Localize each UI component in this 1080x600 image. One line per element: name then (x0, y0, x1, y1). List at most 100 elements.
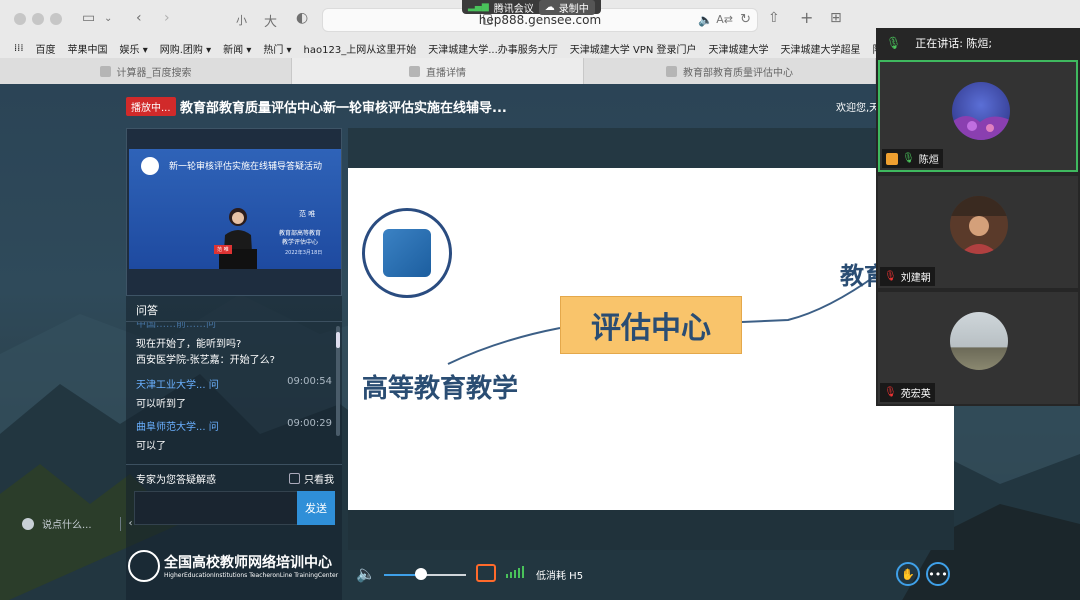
tab-label: 计算器_百度搜索 (116, 67, 192, 79)
tab-search[interactable]: 计算器_百度搜索 (0, 58, 292, 84)
recording-indicator[interactable]: ☁ 录制中 (538, 0, 595, 15)
message-time: 09:00:54 (287, 376, 332, 387)
message-time: 09:00:29 (287, 418, 332, 429)
tab-bar: 计算器_百度搜索 直播详情 教育部教育质量评估中心 (0, 58, 876, 84)
bookmark-item[interactable]: 苹果中国 (68, 41, 108, 56)
tab-evaluation-center[interactable]: 教育部教育质量评估中心 (584, 58, 876, 84)
comment-row: 说点什么... ‹ (22, 516, 133, 531)
cloud-icon: ☁ (544, 1, 555, 13)
qa-scrollbar[interactable] (336, 326, 340, 436)
avatar (950, 196, 1008, 254)
privacy-shield-icon[interactable]: ◐ (296, 10, 308, 26)
signal-strength-icon (506, 566, 524, 578)
tab-label: 教育部教育质量评估中心 (683, 67, 793, 79)
meeting-app-label: 腾讯会议 (493, 3, 534, 15)
qa-message-list[interactable]: 中国……前……问 现在开始了，能听到吗? 西安医学院-张艺嘉：开始了么? 天津工… (126, 322, 342, 464)
bookmark-item[interactable]: 网购.团购 ▾ (160, 41, 211, 56)
comment-input[interactable]: 说点什么... (42, 516, 92, 531)
name-plate: 范 唯 (214, 245, 232, 254)
slide-logo-icon (141, 157, 159, 175)
bookmarks-bar: ⁞⁞⁞ 百度 苹果中国 娱乐 ▾ 网购.团购 ▾ 新闻 ▾ 热门 ▾ hao12… (0, 38, 876, 58)
muted-microphone-icon: 🎙 (884, 271, 897, 282)
playback-mode-label[interactable]: 低消耗 H5 (536, 567, 583, 582)
participant-label: 🎙 刘建朝 (880, 267, 935, 286)
bookmark-item[interactable]: 天津城建大学...办事服务大厅 (428, 41, 558, 56)
message-text: 现在开始了，能听到吗? (136, 339, 242, 350)
only-me-checkbox[interactable] (289, 473, 300, 484)
text-larger-button[interactable]: 大 (264, 11, 277, 30)
text-smaller-button[interactable]: 小 (236, 12, 247, 28)
platform-logo-icon (128, 550, 160, 582)
translate-icon[interactable]: A⇄ (716, 13, 733, 26)
zoom-window-button[interactable] (50, 13, 62, 25)
reload-icon[interactable]: ↻ (740, 12, 751, 27)
participant-tile[interactable]: 🎙 刘建朝 (878, 176, 1078, 288)
platform-name-en: HigherEducationInstitutions TeacheronLin… (164, 572, 339, 579)
speaking-indicator: 正在讲话: 陈烜; (915, 37, 993, 50)
bookmark-item[interactable]: 新闻 ▾ (223, 41, 251, 56)
back-button[interactable]: ‹ (136, 10, 142, 26)
avatar (950, 312, 1008, 370)
network-quality-button[interactable] (476, 564, 496, 582)
avatar (952, 82, 1010, 140)
sidebar-toggle-icon[interactable]: ▭ (82, 10, 95, 26)
divider (119, 516, 121, 531)
participant-tile[interactable]: 🎙 苑宏英 (878, 292, 1078, 404)
question-input[interactable] (134, 491, 298, 525)
platform-brand: 全国高校教师网络培训中心 HigherEducationInstitutions… (126, 550, 346, 590)
collapse-chevron-icon[interactable]: ‹ (129, 518, 133, 529)
bookmark-item[interactable]: 天津城建大学超星 (780, 41, 860, 56)
participant-tile[interactable]: 🎙 陈烜 (878, 60, 1078, 172)
share-icon[interactable]: ⇧ (768, 10, 780, 26)
volume-knob[interactable] (414, 568, 427, 580)
emoji-icon[interactable] (22, 517, 34, 530)
forward-button[interactable]: › (164, 10, 170, 26)
more-options-button[interactable]: ••• (926, 562, 950, 586)
video-slide-title: 新一轮审核评估实施在线辅导答疑活动 (169, 162, 323, 172)
message-user[interactable]: 曲阜师范大学... 问 (136, 418, 219, 433)
bookmarks-grid-icon[interactable]: ⁞⁞⁞ (14, 43, 24, 54)
signal-icon: ▂▄▆ (468, 2, 489, 12)
bookmark-item[interactable]: 娱乐 ▾ (120, 41, 148, 56)
raise-hand-button[interactable]: ✋ (896, 562, 920, 586)
meeting-participants-panel: 🎙 正在讲话: 陈烜; 🎙 陈烜 🎙 刘建朝 🎙 苑宏英 (876, 28, 1080, 406)
speaker-figure (219, 208, 257, 269)
speaker-icon[interactable]: 🔈 (698, 13, 713, 27)
host-icon (886, 152, 898, 165)
close-window-button[interactable] (14, 13, 26, 25)
meeting-status-pill: ▂▄▆ 腾讯会议 ☁ 录制中 (462, 0, 601, 15)
participant-name: 苑宏英 (900, 389, 931, 400)
message-user[interactable]: 天津工业大学... 问 (136, 376, 219, 391)
bookmark-item[interactable]: 天津城建大学 (708, 41, 768, 56)
tab-live-detail[interactable]: 直播详情 (292, 58, 584, 84)
speaker-video[interactable]: 新一轮审核评估实施在线辅导答疑活动 范 唯 范 唯 教育部高等教育 教学评估中心… (126, 128, 342, 296)
bookmark-item[interactable]: hao123_上网从这里开始 (304, 41, 417, 56)
scrollbar-thumb[interactable] (336, 332, 340, 348)
slide-bottom-bar (348, 510, 954, 550)
bookmark-item[interactable]: 热门 ▾ (263, 41, 291, 56)
message-text: 西安医学院-张艺嘉：开始了么? (136, 355, 275, 366)
only-me-toggle[interactable]: 只看我 (289, 471, 334, 486)
microphone-icon: 🎙 (886, 36, 902, 50)
participant-name: 刘建朝 (900, 273, 931, 284)
chevron-down-icon[interactable]: ⌄ (104, 13, 112, 24)
live-status-badge: 播放中... (126, 97, 176, 116)
minimize-window-button[interactable] (32, 13, 44, 25)
live-title: 教育部教育质量评估中心新一轮审核评估实施在线辅导... (180, 101, 507, 116)
favicon-icon (666, 65, 677, 77)
ask-label: 专家为您答疑解惑 (136, 475, 216, 486)
send-button[interactable]: 发送 (297, 491, 335, 525)
bookmark-item[interactable]: 百度 (36, 41, 56, 56)
favicon-icon (99, 65, 111, 77)
bookmark-item[interactable]: 天津城建大学 VPN 登录门户 (570, 41, 697, 56)
message-text: 可以了 (136, 441, 166, 452)
muted-microphone-icon: 🎙 (884, 387, 897, 398)
participant-label: 🎙 苑宏英 (880, 383, 935, 402)
welcome-text: 欢迎您,天 (836, 103, 880, 114)
tab-overview-icon[interactable]: ⊞ (830, 10, 842, 26)
volume-icon[interactable]: 🔈 (356, 564, 376, 583)
participant-label: 🎙 陈烜 (882, 149, 943, 168)
participant-name: 陈烜 (918, 155, 939, 166)
presentation-slide[interactable]: 评估中心 高等教育教学 教育 (348, 168, 954, 510)
new-tab-icon[interactable]: + (800, 8, 813, 27)
